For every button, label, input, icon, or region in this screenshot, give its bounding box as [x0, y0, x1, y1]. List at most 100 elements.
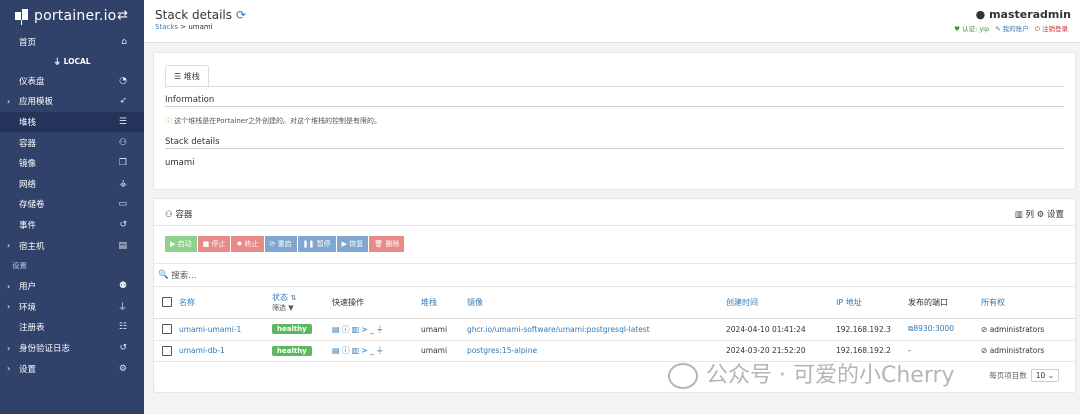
console-icon: >_: [361, 346, 376, 356]
pause-button[interactable]: ❚❚ 暂停: [297, 236, 336, 252]
attach-icon: ⏚: [375, 324, 386, 334]
restart-button[interactable]: ⟳ 重启: [264, 236, 297, 252]
container-name-link[interactable]: umami-umami-1: [179, 325, 241, 334]
info-circle-icon: ⓘ: [165, 117, 172, 125]
start-button[interactable]: ▶ 启动: [165, 236, 197, 252]
quick-actions[interactable]: ▤ⓘ▥>_⏚: [332, 325, 386, 334]
search-bar[interactable]: 🔍 搜索...: [154, 263, 1075, 287]
sidebar-item-containers[interactable]: 容器 ⚇: [0, 132, 144, 153]
chevron-right-icon: ›: [7, 281, 11, 291]
list-icon: ☰: [118, 117, 127, 128]
stop-button[interactable]: ■ 停止: [197, 236, 231, 252]
file-icon: ▤: [332, 346, 342, 356]
sidebar: portainer.io ⇄ 首页 ⌂ ⏚ LOCAL 仪表盘 ◔ › 应用模板 ➶ 堆…: [0, 0, 144, 414]
tab-stack[interactable]: ☰ 堆栈: [165, 65, 209, 88]
sidebar-item-networks[interactable]: 网络 ⚶: [0, 174, 144, 195]
quick-actions[interactable]: ▤ⓘ▥>_⏚: [332, 346, 386, 355]
row-checkbox[interactable]: [161, 324, 172, 335]
table-row: umami-umami-1 healthy ▤ⓘ▥>_⏚ umami ghcr.…: [154, 318, 1075, 341]
server-icon: ▤: [118, 240, 127, 251]
sidebar-item-users[interactable]: › 用户 ⚉: [0, 276, 144, 297]
info-icon: ⓘ: [341, 324, 352, 334]
history-icon: ↺: [119, 343, 127, 354]
cog-icon: ⚙: [1036, 210, 1045, 220]
sitemap-icon: ⚶: [119, 178, 127, 189]
columns-button[interactable]: ▥ 列: [1015, 210, 1034, 220]
col-image[interactable]: 镜像: [467, 286, 726, 319]
published-port-link[interactable]: ⧉8930:3000: [908, 324, 954, 333]
search-input[interactable]: 搜索...: [171, 269, 196, 281]
list-icon: ☰: [174, 72, 184, 81]
status-badge: healthy: [272, 324, 312, 335]
toggle-sidebar-icon[interactable]: ⇄: [117, 8, 128, 23]
chevron-right-icon: ›: [7, 343, 11, 353]
dashboard-icon: ◔: [119, 75, 127, 86]
breadcrumb-stacks-link[interactable]: Stacks: [155, 23, 178, 31]
col-created[interactable]: 创建时间: [726, 286, 836, 319]
sidebar-item-app-templates[interactable]: › 应用模板 ➶: [0, 91, 144, 112]
chevron-right-icon: ›: [7, 96, 11, 106]
sidebar-item-auth-logs[interactable]: › 身份验证日志 ↺: [0, 338, 144, 359]
eye-slash-icon: ⊘: [981, 346, 988, 356]
sidebar-item-settings[interactable]: › 设置 ⚙: [0, 358, 144, 379]
col-ownership[interactable]: 所有权: [981, 286, 1075, 319]
sidebar-item-stacks[interactable]: 堆栈 ☰: [0, 111, 144, 133]
support-link[interactable]: ♥ 认证: yip: [954, 25, 989, 33]
col-ports: 发布的端口: [908, 286, 981, 319]
clone-icon: ❐: [118, 158, 127, 169]
col-ip[interactable]: IP 地址: [836, 286, 908, 319]
sidebar-item-volumes[interactable]: 存储卷 ▭: [0, 194, 144, 215]
settings-heading: 设置: [12, 261, 27, 271]
table-tools: ▥ 列 ⚙ 设置: [1015, 208, 1064, 220]
watermark: 公众号 · 可爱的小Cherry: [668, 357, 955, 389]
action-buttons: ▶ 启动 ■ 停止 ✹ 终止 ⟳ 重启 ❚❚ 暂停 ▶ 恢复 🗑 删除: [165, 236, 405, 252]
col-state[interactable]: 状态 ⇅ 筛选 ▼: [272, 286, 332, 319]
users-icon: ⚉: [118, 281, 127, 292]
topbar: Stack details ⟳ Stacks > umami ● masterad…: [144, 0, 1080, 43]
brand[interactable]: portainer.io ⇄: [0, 0, 144, 32]
container-name-link[interactable]: umami-db-1: [179, 346, 225, 355]
pagination: 每页项目数 10 ⌄: [989, 369, 1059, 382]
sidebar-item-environments[interactable]: › 环境 ⏚: [0, 297, 144, 318]
row-checkbox[interactable]: [161, 345, 172, 356]
sidebar-item-dashboard[interactable]: 仪表盘 ◔: [0, 71, 144, 92]
refresh-icon[interactable]: ⟳: [236, 8, 246, 22]
sidebar-item-registries[interactable]: 注册表 ☷: [0, 317, 144, 338]
brand-name: portainer.io: [34, 8, 117, 24]
user-links: ♥ 认证: yip ✎ 我的账户 ⏻ 注销登录: [950, 23, 1068, 34]
ownership-cell: administrators: [989, 324, 1045, 334]
sort-icon: ⇅: [290, 293, 297, 302]
remove-button[interactable]: 🗑 删除: [369, 236, 405, 252]
image-link[interactable]: postgres:15-alpine: [467, 346, 537, 355]
eye-slash-icon: ⊘: [981, 324, 988, 334]
history-icon: ↺: [119, 220, 127, 231]
portainer-logo-icon: [14, 7, 30, 25]
col-stack[interactable]: 堆栈: [421, 286, 467, 319]
user-circle-icon: ●: [975, 8, 986, 21]
endpoint-local: ⏚ LOCAL: [53, 57, 91, 67]
stack-name: umami: [165, 158, 195, 168]
select-all-checkbox[interactable]: [161, 297, 172, 307]
table-settings-button[interactable]: ⚙ 设置: [1037, 210, 1064, 220]
sidebar-item-home[interactable]: 首页 ⌂: [0, 32, 144, 53]
my-account-link[interactable]: ✎ 我的账户: [995, 25, 1029, 33]
items-per-page-select[interactable]: 10 ⌄: [1030, 369, 1059, 382]
col-name[interactable]: 名称: [179, 286, 272, 319]
logout-link[interactable]: ⏻ 注销登录: [1035, 25, 1068, 33]
kill-button[interactable]: ✹ 终止: [231, 236, 264, 252]
cubes-icon: ⚇: [118, 137, 127, 148]
sidebar-item-events[interactable]: 事件 ↺: [0, 215, 144, 236]
stats-icon: ▥: [351, 324, 362, 334]
stack-cell: umami: [421, 340, 467, 362]
user-menu: ● masteradmin: [976, 8, 1071, 21]
attach-icon: ⏚: [375, 346, 386, 356]
information-title: Information: [165, 95, 215, 105]
filter-icon[interactable]: ▼: [288, 304, 293, 312]
sidebar-item-images[interactable]: 镜像 ❐: [0, 153, 144, 174]
image-link[interactable]: ghcr.io/umami-software/umami:postgresql-…: [467, 325, 650, 334]
resume-button[interactable]: ▶ 恢复: [336, 236, 369, 252]
info-icon: ⓘ: [341, 346, 352, 356]
sidebar-item-host[interactable]: › 宿主机 ▤: [0, 235, 144, 256]
table-header-row: 名称 状态 ⇅ 筛选 ▼ 快速操作 堆栈 镜像 创建时间 IP 地址 发布的端口 …: [154, 286, 1075, 319]
username: masteradmin: [989, 8, 1071, 21]
